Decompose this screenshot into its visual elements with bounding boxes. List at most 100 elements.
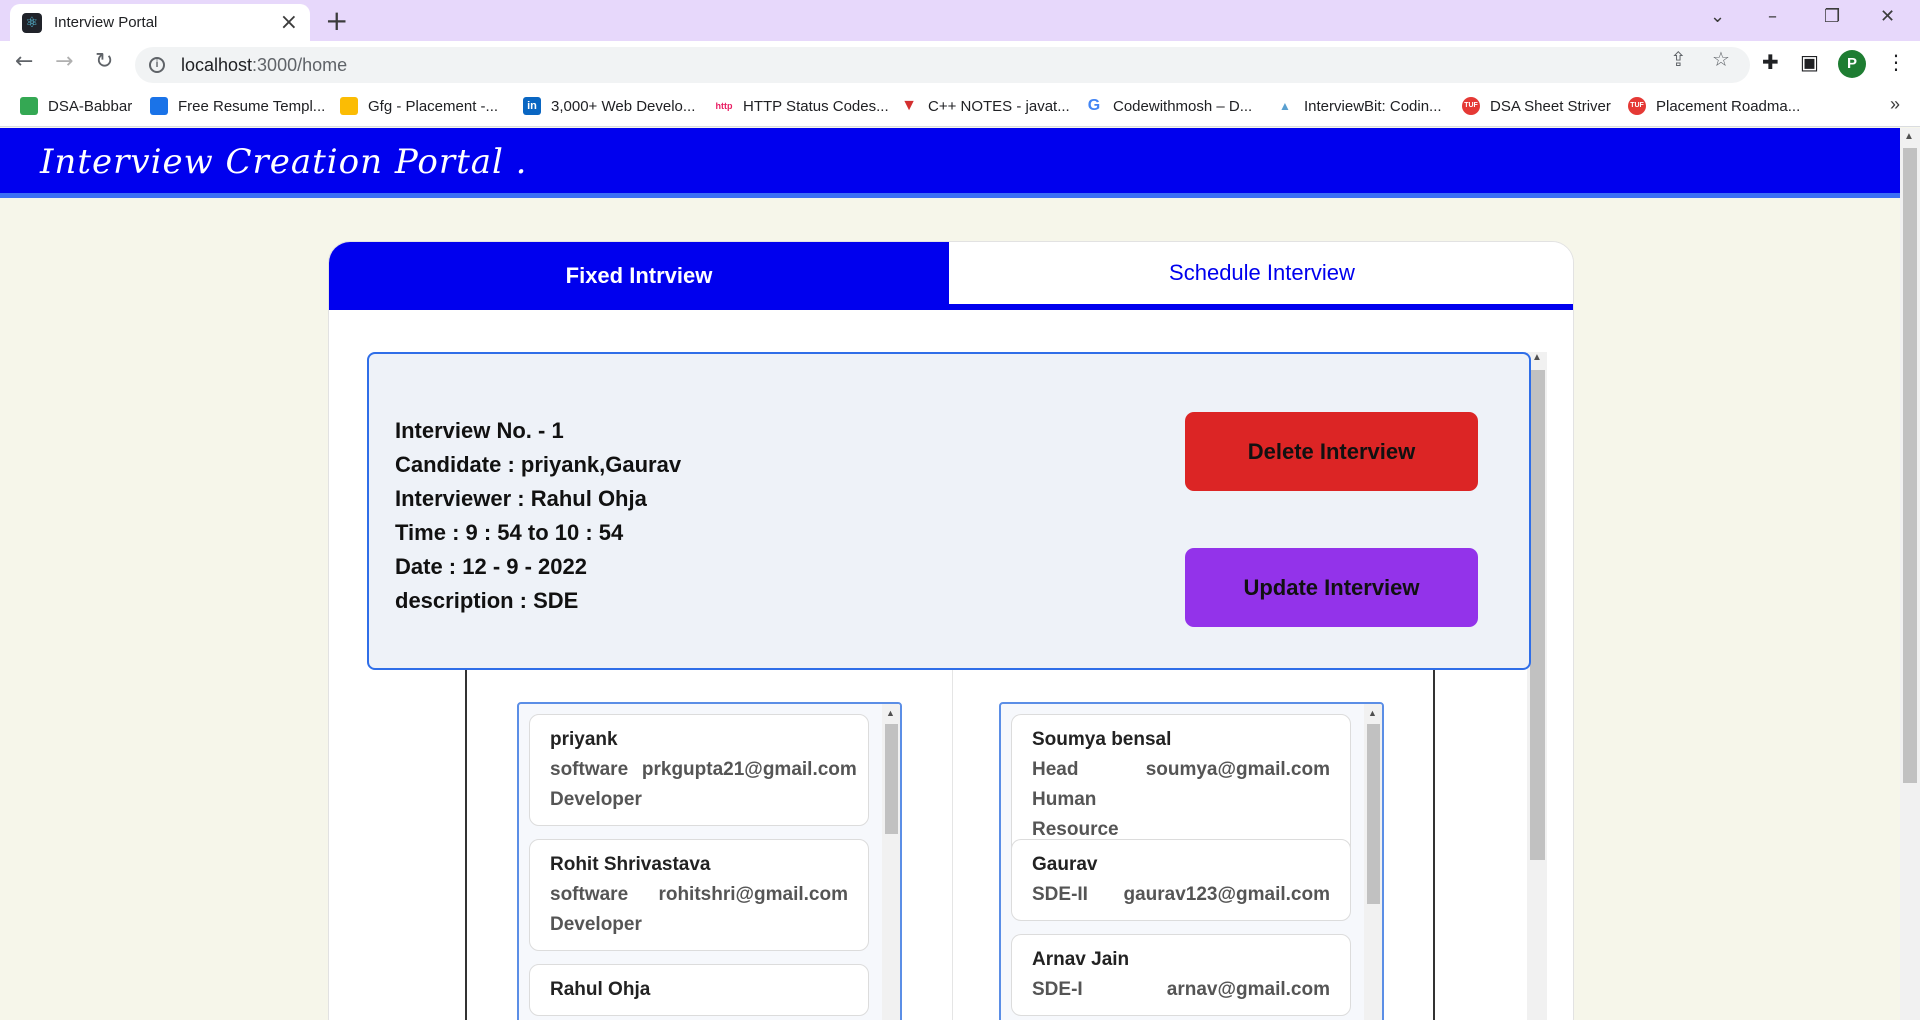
menu-icon[interactable]: ⋮	[1886, 50, 1906, 74]
list-item[interactable]: Gaurav SDE-II gaurav123@gmail.com	[1011, 839, 1351, 921]
person-email: prkgupta21@gmail.com	[641, 759, 857, 780]
bookmark-item[interactable]: Free Resume Templ...	[150, 97, 325, 115]
person-name: Arnav Jain	[1032, 949, 1130, 970]
more-bookmarks-icon[interactable]: »	[1890, 94, 1900, 115]
scrollbar-thumb[interactable]	[1530, 370, 1545, 860]
bookmark-item[interactable]: G Codewithmosh – D...	[1085, 97, 1252, 115]
share-icon[interactable]: ⇪	[1670, 47, 1687, 71]
bookmark-label: InterviewBit: Codin...	[1304, 97, 1442, 115]
person-email: arnav@gmail.com	[1166, 979, 1330, 1000]
browser-toolbar: ← → ↻ i localhost:3000/home ⇪ ☆ ✚ ▣ P ⋮	[0, 41, 1920, 89]
scroll-up-icon[interactable]: ▲	[886, 708, 895, 718]
candidate-list-scrollbar[interactable]: ▲	[882, 704, 900, 1020]
list-item[interactable]: priyank software Developer prkgupta21@gma…	[529, 714, 869, 826]
minimize-icon[interactable]: –	[1768, 6, 1777, 27]
person-name: priyank	[550, 729, 618, 750]
bookmark-item[interactable]: ▲ InterviewBit: Codin...	[1276, 97, 1442, 115]
candidate-list[interactable]: priyank software Developer prkgupta21@gma…	[517, 702, 902, 1020]
bookmark-item[interactable]: http HTTP Status Codes...	[715, 97, 889, 115]
close-icon[interactable]: ×	[280, 11, 298, 33]
main-card: Fixed Intrview Schedule Interview ▲ Inte…	[328, 241, 1574, 1020]
page-viewport: Interview Creation Portal . Fixed Intrvi…	[0, 128, 1920, 1020]
bookmark-label: Gfg - Placement -...	[368, 97, 499, 115]
delete-interview-button[interactable]: Delete Interview	[1185, 412, 1478, 491]
person-role: SDE-I	[1032, 979, 1083, 1000]
bookmark-label: C++ NOTES - javat...	[928, 97, 1070, 115]
scroll-up-icon[interactable]: ▲	[1532, 352, 1542, 363]
url-text: localhost:3000/home	[181, 54, 348, 75]
bookmarks-bar: DSA-Babbar Free Resume Templ... Gfg - Pl…	[0, 89, 1920, 127]
bookmark-label: HTTP Status Codes...	[743, 97, 889, 115]
drive-icon	[20, 97, 38, 115]
http-icon: http	[715, 97, 733, 115]
interviewer-list-scrollbar[interactable]: ▲	[1364, 704, 1382, 1020]
interview-time: Time : 9 : 54 to 10 : 54	[395, 520, 624, 545]
bookmark-item[interactable]: DSA-Babbar	[20, 97, 132, 115]
interview-candidate: Candidate : priyank,Gaurav	[395, 452, 682, 477]
scrollbar-thumb[interactable]	[1367, 724, 1380, 904]
bookmark-label: Free Resume Templ...	[178, 97, 326, 115]
bookmark-item[interactable]: ▼ C++ NOTES - javat...	[900, 97, 1070, 115]
bookmark-label: DSA Sheet Striver	[1490, 97, 1611, 115]
person-email: rohitshri@gmail.com	[658, 884, 848, 905]
brand-title: Interview Creation Portal .	[40, 142, 528, 182]
scrollbar-thumb[interactable]	[885, 724, 898, 834]
avatar[interactable]: P	[1838, 50, 1866, 78]
tab-fixed-interview[interactable]: Fixed Intrview	[329, 242, 949, 310]
scroll-up-icon[interactable]: ▲	[1368, 708, 1377, 718]
interviewbit-icon: ▲	[1276, 97, 1294, 115]
chevron-down-icon[interactable]: ⌄	[1710, 6, 1725, 27]
bookmark-item[interactable]: in 3,000+ Web Develo...	[523, 97, 695, 115]
drive-icon	[340, 97, 358, 115]
bookmark-label: Codewithmosh – D...	[1113, 97, 1253, 115]
person-name: Gaurav	[1032, 854, 1098, 875]
star-icon[interactable]: ☆	[1712, 47, 1730, 71]
bookmark-item[interactable]: TUF Placement Roadma...	[1628, 97, 1800, 115]
list-item[interactable]: Rahul Ohja	[529, 964, 869, 1016]
person-role: SDE-II	[1032, 884, 1088, 905]
scroll-up-icon[interactable]: ▲	[1904, 131, 1914, 142]
bookmark-item[interactable]: TUF DSA Sheet Striver	[1462, 97, 1611, 115]
tab-title: Interview Portal	[54, 14, 158, 31]
scrollbar-thumb[interactable]	[1903, 148, 1917, 783]
plus-icon[interactable]: +	[325, 5, 348, 37]
linkedin-icon: in	[523, 97, 541, 115]
interview-number: Interview No. - 1	[395, 418, 564, 443]
interview-card: Interview No. - 1 Candidate : priyank,Ga…	[367, 352, 1531, 670]
app-header: Interview Creation Portal .	[0, 128, 1900, 198]
person-role: Head Human Resource	[1032, 759, 1119, 840]
person-name: Rahul Ohja	[550, 979, 651, 1000]
browser-tab[interactable]: ⚛ Interview Portal ×	[10, 4, 310, 41]
striver-icon: TUF	[1462, 97, 1480, 115]
striver-icon: TUF	[1628, 97, 1646, 115]
list-item[interactable]: Soumya bensal Head Human Resource soumya@…	[1011, 714, 1351, 856]
bookmark-label: 3,000+ Web Develo...	[551, 97, 696, 115]
update-interview-button[interactable]: Update Interview	[1185, 548, 1478, 627]
close-window-icon[interactable]: ✕	[1880, 6, 1895, 27]
google-icon: G	[1085, 97, 1103, 115]
resume-icon	[150, 97, 168, 115]
person-email: gaurav123@gmail.com	[1123, 884, 1330, 905]
restore-icon[interactable]: ❐	[1824, 6, 1840, 27]
interview-date: Date : 12 - 9 - 2022	[395, 554, 587, 579]
list-item[interactable]: Rohit Shrivastava software Developer rohi…	[529, 839, 869, 951]
javatpoint-icon: ▼	[900, 97, 918, 115]
browser-tabstrip: ⚛ Interview Portal × + ⌄ – ❐ ✕	[0, 0, 1920, 41]
puzzle-icon[interactable]: ✚	[1762, 50, 1779, 74]
person-email: soumya@gmail.com	[1145, 759, 1330, 780]
reload-icon[interactable]: ↻	[95, 49, 113, 74]
address-bar[interactable]: i localhost:3000/home	[135, 47, 1750, 83]
back-icon[interactable]: ←	[15, 49, 33, 74]
bookmark-item[interactable]: Gfg - Placement -...	[340, 97, 498, 115]
forward-icon[interactable]: →	[55, 49, 73, 74]
list-item[interactable]: Arnav Jain SDE-I arnav@gmail.com	[1011, 934, 1351, 1016]
person-role: software Developer	[550, 759, 642, 810]
person-name: Rohit Shrivastava	[550, 854, 711, 875]
interview-list[interactable]: ▲ Interview No. - 1 Candidate : priyank,…	[367, 352, 1547, 1020]
interviewer-list[interactable]: Soumya bensal Head Human Resource soumya@…	[999, 702, 1384, 1020]
info-icon[interactable]: i	[149, 57, 165, 73]
page-scrollbar[interactable]: ▲	[1900, 128, 1920, 1020]
participants-panel: priyank software Developer prkgupta21@gma…	[465, 642, 1435, 1020]
sidepanel-icon[interactable]: ▣	[1800, 50, 1819, 74]
tab-schedule-interview[interactable]: Schedule Interview	[949, 242, 1573, 310]
